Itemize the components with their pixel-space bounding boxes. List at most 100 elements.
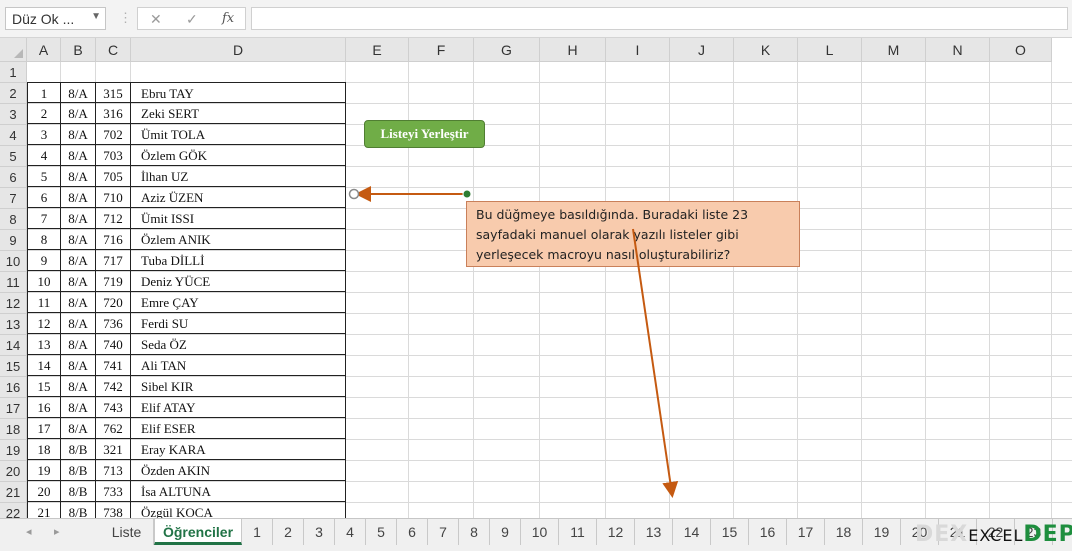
- row-header-3[interactable]: 3: [0, 104, 27, 125]
- school-number-cell[interactable]: 738: [96, 502, 131, 518]
- arrow-start-handle[interactable]: [462, 189, 472, 199]
- student-name-cell[interactable]: Deniz YÜCE: [131, 271, 346, 292]
- class-cell[interactable]: 8/A: [61, 229, 96, 250]
- table-row[interactable]: 17 8/A 762 Elif ESER: [27, 418, 346, 439]
- student-number-cell[interactable]: 5: [27, 166, 61, 187]
- class-cell[interactable]: 8/B: [61, 439, 96, 460]
- student-name-cell[interactable]: İlhan UZ: [131, 166, 346, 187]
- student-number-cell[interactable]: 6: [27, 187, 61, 208]
- student-number-cell[interactable]: 17: [27, 418, 61, 439]
- row-header-13[interactable]: 13: [0, 314, 27, 335]
- table-row[interactable]: 21 8/B 738 Özgül KOCA: [27, 502, 346, 518]
- school-number-cell[interactable]: 702: [96, 124, 131, 145]
- sheet-tab-13[interactable]: 13: [635, 519, 673, 545]
- sheet-tab-18[interactable]: 18: [825, 519, 863, 545]
- table-row[interactable]: 7 8/A 712 Ümit ISSI: [27, 208, 346, 229]
- column-header-k[interactable]: K: [734, 38, 798, 62]
- sheet-tab-12[interactable]: 12: [597, 519, 635, 545]
- table-row[interactable]: 11 8/A 720 Emre ÇAY: [27, 292, 346, 313]
- sheet-tab-14[interactable]: 14: [673, 519, 711, 545]
- sheet-tab-15[interactable]: 15: [711, 519, 749, 545]
- class-cell[interactable]: 8/B: [61, 481, 96, 502]
- student-number-cell[interactable]: 14: [27, 355, 61, 376]
- student-number-cell[interactable]: 18: [27, 439, 61, 460]
- student-name-cell[interactable]: İsa ALTUNA: [131, 481, 346, 502]
- class-cell[interactable]: 8/A: [61, 271, 96, 292]
- student-number-cell[interactable]: 8: [27, 229, 61, 250]
- row-header-4[interactable]: 4: [0, 125, 27, 146]
- column-header-l[interactable]: L: [798, 38, 862, 62]
- class-cell[interactable]: 8/A: [61, 355, 96, 376]
- row-header-8[interactable]: 8: [0, 209, 27, 230]
- sheet-tab-6[interactable]: 6: [397, 519, 428, 545]
- student-number-cell[interactable]: 20: [27, 481, 61, 502]
- class-cell[interactable]: 8/A: [61, 208, 96, 229]
- macro-button[interactable]: Listeyi Yerleştir: [364, 120, 485, 148]
- school-number-cell[interactable]: 762: [96, 418, 131, 439]
- class-cell[interactable]: 8/A: [61, 376, 96, 397]
- student-number-cell[interactable]: 4: [27, 145, 61, 166]
- tab-scroll-left-icon[interactable]: ◂: [26, 525, 32, 538]
- table-row[interactable]: 3 8/A 702 Ümit TOLA: [27, 124, 346, 145]
- row-header-17[interactable]: 17: [0, 398, 27, 419]
- class-cell[interactable]: 8/A: [61, 166, 96, 187]
- class-cell[interactable]: 8/A: [61, 313, 96, 334]
- student-number-cell[interactable]: 2: [27, 103, 61, 124]
- class-cell[interactable]: 8/A: [61, 187, 96, 208]
- column-header-c[interactable]: C: [96, 38, 131, 62]
- school-number-cell[interactable]: 321: [96, 439, 131, 460]
- school-number-cell[interactable]: 740: [96, 334, 131, 355]
- column-header-i[interactable]: I: [606, 38, 670, 62]
- student-name-cell[interactable]: Zeki SERT: [131, 103, 346, 124]
- table-row[interactable]: 5 8/A 705 İlhan UZ: [27, 166, 346, 187]
- column-header-d[interactable]: D: [131, 38, 346, 62]
- student-name-cell[interactable]: Sibel KIR: [131, 376, 346, 397]
- row-header-11[interactable]: 11: [0, 272, 27, 293]
- column-header-g[interactable]: G: [474, 38, 540, 62]
- student-number-cell[interactable]: 9: [27, 250, 61, 271]
- student-number-cell[interactable]: 1: [27, 82, 61, 103]
- table-row[interactable]: 1 8/A 315 Ebru TAY: [27, 82, 346, 103]
- column-header-h[interactable]: H: [540, 38, 606, 62]
- class-cell[interactable]: 8/A: [61, 103, 96, 124]
- school-number-cell[interactable]: 742: [96, 376, 131, 397]
- row-header-20[interactable]: 20: [0, 461, 27, 482]
- table-row[interactable]: 15 8/A 742 Sibel KIR: [27, 376, 346, 397]
- table-row[interactable]: 16 8/A 743 Elif ATAY: [27, 397, 346, 418]
- arrow-end-handle[interactable]: [348, 188, 360, 200]
- table-row[interactable]: 18 8/B 321 Eray KARA: [27, 439, 346, 460]
- student-number-cell[interactable]: 7: [27, 208, 61, 229]
- class-cell[interactable]: 8/A: [61, 334, 96, 355]
- school-number-cell[interactable]: 315: [96, 82, 131, 103]
- insert-function-icon[interactable]: fx: [222, 11, 234, 26]
- school-number-cell[interactable]: 716: [96, 229, 131, 250]
- formula-input[interactable]: [251, 7, 1068, 30]
- class-cell[interactable]: 8/A: [61, 397, 96, 418]
- student-name-cell[interactable]: Aziz ÜZEN: [131, 187, 346, 208]
- class-cell[interactable]: 8/A: [61, 82, 96, 103]
- class-cell[interactable]: 8/A: [61, 124, 96, 145]
- student-name-cell[interactable]: Ferdi SU: [131, 313, 346, 334]
- school-number-cell[interactable]: 710: [96, 187, 131, 208]
- table-row[interactable]: 19 8/B 713 Özden AKIN: [27, 460, 346, 481]
- school-number-cell[interactable]: 741: [96, 355, 131, 376]
- row-header-1[interactable]: 1: [0, 62, 27, 83]
- school-number-cell[interactable]: 720: [96, 292, 131, 313]
- student-name-cell[interactable]: Emre ÇAY: [131, 292, 346, 313]
- sheet-tab-5[interactable]: 5: [366, 519, 397, 545]
- sheet-tab--renciler[interactable]: Öğrenciler: [154, 519, 242, 545]
- class-cell[interactable]: 8/B: [61, 502, 96, 518]
- student-name-cell[interactable]: Elif ESER: [131, 418, 346, 439]
- school-number-cell[interactable]: 713: [96, 460, 131, 481]
- student-name-cell[interactable]: Tuba DİLLİ: [131, 250, 346, 271]
- row-header-18[interactable]: 18: [0, 419, 27, 440]
- student-number-cell[interactable]: 19: [27, 460, 61, 481]
- sheet-tab-3[interactable]: 3: [304, 519, 335, 545]
- student-name-cell[interactable]: Özlem GÖK: [131, 145, 346, 166]
- school-number-cell[interactable]: 705: [96, 166, 131, 187]
- school-number-cell[interactable]: 733: [96, 481, 131, 502]
- row-header-19[interactable]: 19: [0, 440, 27, 461]
- school-number-cell[interactable]: 736: [96, 313, 131, 334]
- row-header-22[interactable]: 22: [0, 503, 27, 518]
- column-header-m[interactable]: M: [862, 38, 926, 62]
